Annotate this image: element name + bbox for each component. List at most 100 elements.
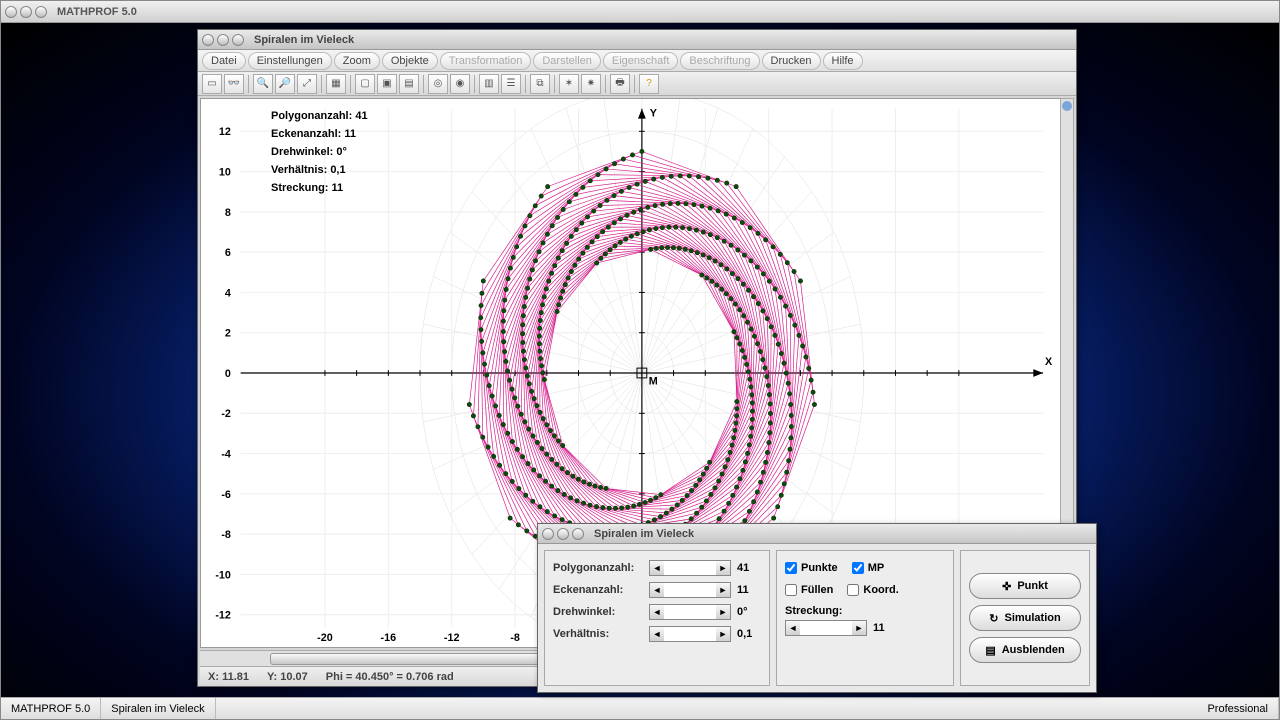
checkbox-mp[interactable]: MP <box>852 562 885 574</box>
plot-window-title: Spiralen im Vieleck <box>254 34 354 46</box>
svg-text:-2: -2 <box>221 408 231 420</box>
menu-objekte[interactable]: Objekte <box>382 52 438 70</box>
svg-text:-6: -6 <box>221 489 231 501</box>
zoom-in-icon[interactable]: 🔍 <box>253 74 273 94</box>
app-titlebar[interactable]: MATHPROF 5.0 <box>1 1 1279 23</box>
ausblenden-button[interactable]: ▤Ausblenden <box>969 637 1081 663</box>
svg-text:6: 6 <box>225 247 231 259</box>
svg-text:-4: -4 <box>221 448 231 460</box>
toolbar-target2-icon[interactable]: ◉ <box>450 74 470 94</box>
window-controls[interactable] <box>5 6 47 18</box>
window-control-dot[interactable] <box>542 528 554 540</box>
toolbar-cross2-icon[interactable]: ✷ <box>581 74 601 94</box>
streckung-label: Streckung: <box>785 605 945 617</box>
param-label: Drehwinkel: <box>553 606 643 618</box>
panel-titlebar[interactable]: Spiralen im Vieleck <box>538 524 1096 544</box>
param-spinner[interactable]: ◄► <box>649 582 731 598</box>
param-value: 0,1 <box>737 628 761 640</box>
refresh-icon: ↻ <box>989 612 998 625</box>
svg-text:4: 4 <box>225 287 231 299</box>
param-row: Verhältnis: ◄► 0,1 <box>553 623 761 645</box>
param-spinner[interactable]: ◄► <box>649 560 731 576</box>
menu-datei[interactable]: Datei <box>202 52 246 70</box>
control-panel-window: Spiralen im Vieleck Polygonanzahl:◄►41Ec… <box>537 523 1097 693</box>
window-control-dot[interactable] <box>5 6 17 18</box>
param-spinner[interactable]: ◄► <box>649 604 731 620</box>
panel-title: Spiralen im Vieleck <box>594 528 694 540</box>
svg-text:-16: -16 <box>381 632 397 644</box>
streckung-spinner[interactable]: ◄► <box>785 620 867 636</box>
toolbar-box1-icon[interactable]: ▢ <box>355 74 375 94</box>
help-icon[interactable]: ? <box>639 74 659 94</box>
svg-text:-8: -8 <box>221 529 231 541</box>
window-controls[interactable] <box>202 34 244 46</box>
toolbar-glasses-icon[interactable]: 👓 <box>224 74 244 94</box>
svg-text:12: 12 <box>219 126 231 138</box>
svg-text:2: 2 <box>225 328 231 340</box>
svg-text:0: 0 <box>225 368 231 380</box>
punkt-button[interactable]: ✜Punkt <box>969 573 1081 599</box>
window-controls[interactable] <box>542 528 584 540</box>
status-cell-doc: Spiralen im Vieleck <box>101 698 215 719</box>
simulation-button[interactable]: ↻Simulation <box>969 605 1081 631</box>
menu-darstellen: Darstellen <box>533 52 601 70</box>
svg-text:-8: -8 <box>510 632 520 644</box>
param-value: 11 <box>737 584 761 596</box>
param-value: 41 <box>737 562 761 574</box>
menubar: DateiEinstellungenZoomObjekteTransformat… <box>198 50 1076 72</box>
app-title: MATHPROF 5.0 <box>57 6 137 18</box>
toolbar-copy-icon[interactable]: ⧉ <box>530 74 550 94</box>
zoom-out-icon[interactable]: 🔎 <box>275 74 295 94</box>
toolbar-table-icon[interactable]: ▥ <box>479 74 499 94</box>
toolbar-list-icon[interactable]: ☰ <box>501 74 521 94</box>
menu-einstellungen[interactable]: Einstellungen <box>248 52 332 70</box>
window-control-dot[interactable] <box>557 528 569 540</box>
svg-text:Y: Y <box>650 108 657 120</box>
toolbar-grid-icon[interactable]: ▦ <box>326 74 346 94</box>
window-control-dot[interactable] <box>20 6 32 18</box>
menu-zoom[interactable]: Zoom <box>334 52 380 70</box>
toolbar-target-icon[interactable]: ◎ <box>428 74 448 94</box>
menu-drucken[interactable]: Drucken <box>762 52 821 70</box>
toolbar-new-icon[interactable]: ▭ <box>202 74 222 94</box>
buttons-group: ✜Punkt ↻Simulation ▤Ausblenden <box>960 550 1090 686</box>
menu-eigenschaft: Eigenschaft <box>603 52 678 70</box>
param-row: Drehwinkel: ◄► 0° <box>553 601 761 623</box>
toolbar-cross1-icon[interactable]: ✶ <box>559 74 579 94</box>
param-value: 0° <box>737 606 761 618</box>
svg-text:8: 8 <box>225 207 231 219</box>
toolbar: ▭ 👓 🔍 🔎 ⤢ ▦ ▢ ▣ ▤ ◎ ◉ ▥ ☰ ⧉ <box>198 72 1076 96</box>
window-control-dot[interactable] <box>217 34 229 46</box>
checkbox-fuellen[interactable]: Füllen <box>785 584 833 596</box>
window-control-dot[interactable] <box>202 34 214 46</box>
param-row: Polygonanzahl:◄►41 <box>553 557 761 579</box>
checkbox-punkte[interactable]: Punkte <box>785 562 838 574</box>
params-group: Polygonanzahl:◄►41Eckenanzahl:◄►11Drehwi… <box>544 550 770 686</box>
param-label: Verhältnis: <box>553 628 643 640</box>
menu-transformation: Transformation <box>440 52 532 70</box>
plot-params-overlay: Polygonanzahl: 41 Eckenanzahl: 11 Drehwi… <box>271 107 368 197</box>
point-icon: ✜ <box>1002 580 1011 593</box>
svg-text:-10: -10 <box>215 569 231 581</box>
param-spinner[interactable]: ◄► <box>649 626 731 642</box>
window-control-dot[interactable] <box>572 528 584 540</box>
window-control-dot[interactable] <box>232 34 244 46</box>
plot-window-titlebar[interactable]: Spiralen im Vieleck <box>198 30 1076 50</box>
svg-text:-12: -12 <box>215 610 231 622</box>
hide-icon: ▤ <box>985 644 995 657</box>
toolbar-box2-icon[interactable]: ▣ <box>377 74 397 94</box>
menu-hilfe[interactable]: Hilfe <box>823 52 863 70</box>
app-window: MATHPROF 5.0 Spiralen im Vieleck DateiEi… <box>0 0 1280 720</box>
status-cell-edition: Professional <box>1197 698 1279 719</box>
menu-beschriftung: Beschriftung <box>680 52 759 70</box>
svg-text:M: M <box>649 376 658 388</box>
param-label: Eckenanzahl: <box>553 584 643 596</box>
window-control-dot[interactable] <box>35 6 47 18</box>
svg-text:10: 10 <box>219 166 231 178</box>
zoom-reset-icon[interactable]: ⤢ <box>297 74 317 94</box>
checkbox-koord[interactable]: Koord. <box>847 584 898 596</box>
print-icon[interactable]: 🖶 <box>610 74 630 94</box>
streckung-value: 11 <box>873 622 897 634</box>
svg-text:X: X <box>1045 356 1053 368</box>
toolbar-box3-icon[interactable]: ▤ <box>399 74 419 94</box>
